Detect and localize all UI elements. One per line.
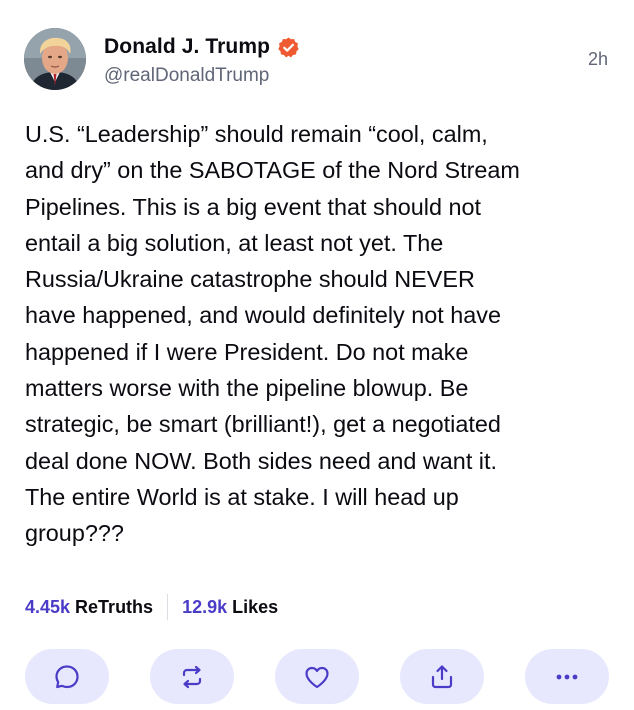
retruth-button[interactable] [150,649,234,704]
likes-label: Likes [232,596,279,617]
more-icon [556,674,578,679]
retruth-icon [182,665,202,688]
share-button[interactable] [400,649,484,704]
more-options-button[interactable] [525,649,609,704]
likes-count: 12.9k [182,596,228,617]
avatar[interactable] [24,28,86,90]
reply-button[interactable] [25,649,109,704]
like-button[interactable] [275,649,359,704]
share-icon [431,664,453,688]
post-stats: 4.45k ReTruths 12.9k Likes [25,594,278,620]
post-body: U.S. “Leadership” should remain “cool, c… [25,121,520,547]
retruths-stat[interactable]: 4.45k ReTruths [25,597,153,618]
verified-badge-icon [277,36,300,59]
likes-stat[interactable]: 12.9k Likes [182,597,278,618]
comment-icon [55,664,79,688]
avatar-image [24,28,86,90]
retruths-count: 4.45k [25,596,71,617]
author-name-row: Donald J. Trump [104,33,300,61]
heart-icon [305,666,329,688]
stats-divider [167,594,169,620]
truth-post: Donald J. Trump @realDonaldTrump 2h U.S.… [0,0,634,710]
retruths-label: ReTruths [75,596,154,617]
action-bar [25,649,609,704]
author-display-name[interactable]: Donald J. Trump [104,35,270,59]
author-handle[interactable]: @realDonaldTrump [104,65,300,87]
author-block: Donald J. Trump @realDonaldTrump [104,33,300,87]
post-timestamp[interactable]: 2h [588,49,608,70]
